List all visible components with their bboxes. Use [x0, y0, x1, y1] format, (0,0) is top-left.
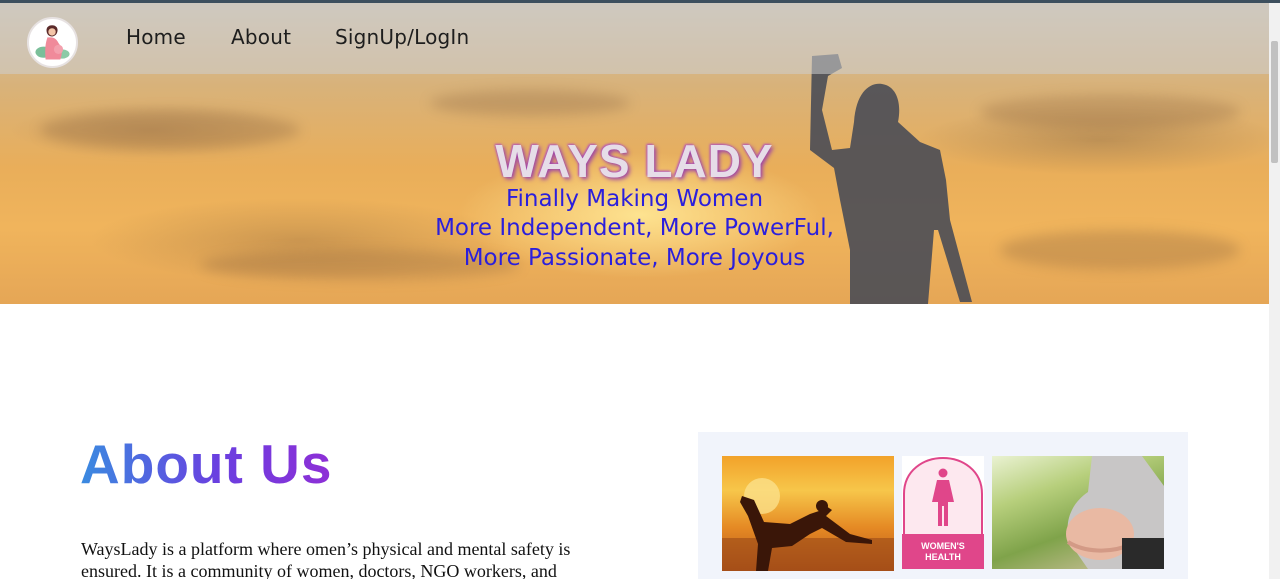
about-us-text: WaysLady is a platform where omen’s phys… — [81, 538, 641, 579]
about-text-line-2: ensured. It is a community of women, doc… — [81, 561, 557, 579]
pregnancy-image — [992, 456, 1164, 569]
yoga-silhouette-image — [722, 456, 894, 571]
about-us-heading: About Us — [80, 433, 333, 495]
about-text-line-1: WaysLady is a platform where omen’s phys… — [81, 539, 571, 559]
hero-tagline-line-1: Finally Making Women — [505, 186, 764, 212]
top-navbar: Home About SignUp/LogIn — [0, 3, 1269, 74]
page-scrollbar[interactable] — [1269, 3, 1280, 579]
about-image-gallery: WOMEN'S HEALTH — [698, 432, 1188, 579]
nav-about-link[interactable]: About — [231, 25, 291, 49]
window-top-border — [0, 0, 1280, 3]
hero-tagline-line-3: More Passionate, More Joyous — [463, 245, 806, 271]
nav-signup-login-link[interactable]: SignUp/LogIn — [335, 25, 469, 49]
nav-home-link[interactable]: Home — [126, 25, 186, 49]
hero-tagline-line-2: More Independent, More PowerFul, — [435, 215, 834, 241]
womens-health-label-line-2: HEALTH — [925, 552, 961, 562]
womens-health-label-line-1: WOMEN'S — [921, 541, 965, 551]
womens-health-label: WOMEN'S HEALTH — [902, 534, 984, 569]
scrollbar-thumb[interactable] — [1271, 41, 1278, 163]
pregnant-woman-logo-icon[interactable] — [27, 17, 78, 68]
womens-health-image: WOMEN'S HEALTH — [902, 456, 984, 569]
hero-title: WAYS LADY — [495, 135, 774, 187]
